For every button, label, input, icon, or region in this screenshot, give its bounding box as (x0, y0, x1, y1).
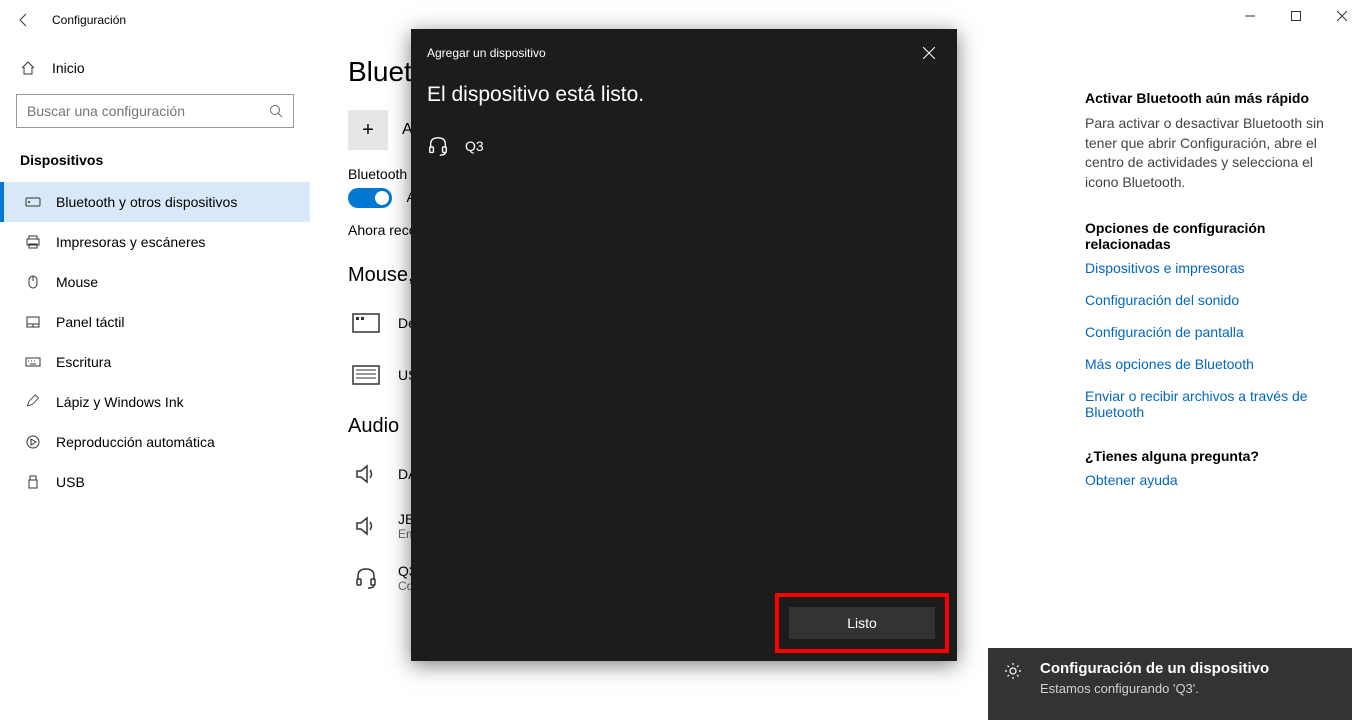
back-button[interactable] (8, 4, 40, 36)
search-icon (269, 104, 283, 118)
keyboard-device-icon (348, 357, 384, 393)
autoplay-icon (24, 434, 42, 450)
sidebar-item-label: Impresoras y escáneres (56, 234, 205, 250)
sidebar-item-label: Lápiz y Windows Ink (56, 394, 184, 410)
sidebar-item-usb[interactable]: USB (0, 462, 310, 502)
sidebar-item-touchpad[interactable]: Panel táctil (0, 302, 310, 342)
printer-icon (24, 234, 42, 250)
sidebar-item-mouse[interactable]: Mouse (0, 262, 310, 302)
maximize-button[interactable] (1273, 0, 1319, 32)
plus-icon: + (348, 110, 388, 150)
pen-icon (24, 394, 42, 410)
sidebar-item-label: Escritura (56, 354, 111, 370)
related-link[interactable]: Configuración de pantalla (1085, 324, 1335, 340)
home-icon (20, 60, 38, 76)
speaker-icon (348, 508, 384, 544)
done-button[interactable]: Listo (789, 607, 935, 639)
headset-icon (427, 135, 451, 157)
keyboard-device-icon (348, 305, 384, 341)
sidebar: Inicio Dispositivos Bluetooth y otros di… (0, 40, 310, 727)
related-settings-title: Opciones de configuración relacionadas (1085, 220, 1335, 252)
add-device-modal: Agregar un dispositivo El dispositivo es… (411, 29, 957, 661)
tip-body: Para activar o desactivar Bluetooth sin … (1085, 114, 1335, 192)
sidebar-item-label: Panel táctil (56, 314, 124, 330)
sidebar-item-printers[interactable]: Impresoras y escáneres (0, 222, 310, 262)
minimize-button[interactable] (1227, 0, 1273, 32)
usb-icon (24, 474, 42, 490)
notification-toast[interactable]: Configuración de un dispositivo Estamos … (988, 648, 1352, 720)
modal-device-name: Q3 (465, 138, 484, 154)
sidebar-item-typing[interactable]: Escritura (0, 342, 310, 382)
modal-device-row: Q3 (411, 127, 957, 165)
related-link[interactable]: Más opciones de Bluetooth (1085, 356, 1335, 372)
headset-icon (348, 560, 384, 596)
sidebar-item-label: Reproducción automática (56, 434, 215, 450)
tip-title: Activar Bluetooth aún más rápido (1085, 90, 1335, 106)
keyboard-icon (24, 354, 42, 370)
toast-title: Configuración de un dispositivo (1040, 660, 1269, 677)
mouse-icon (24, 274, 42, 290)
close-button[interactable] (1319, 0, 1365, 32)
sidebar-right: Activar Bluetooth aún más rápido Para ac… (1085, 90, 1365, 516)
sidebar-item-bluetooth[interactable]: Bluetooth y otros dispositivos (0, 182, 310, 222)
bluetooth-toggle[interactable] (348, 188, 392, 208)
done-button-highlight: Listo (775, 593, 949, 653)
sidebar-home[interactable]: Inicio (0, 50, 310, 86)
window-controls (1227, 0, 1365, 32)
modal-close-button[interactable] (917, 41, 941, 65)
related-link[interactable]: Dispositivos e impresoras (1085, 260, 1335, 276)
related-link[interactable]: Enviar o recibir archivos a través de Bl… (1085, 388, 1335, 420)
sidebar-home-label: Inicio (52, 60, 85, 76)
sidebar-item-label: USB (56, 474, 85, 490)
help-link[interactable]: Obtener ayuda (1085, 472, 1335, 488)
modal-title: Agregar un dispositivo (427, 46, 546, 60)
related-link[interactable]: Configuración del sonido (1085, 292, 1335, 308)
sidebar-section-label: Dispositivos (0, 144, 310, 182)
toast-body: Estamos configurando 'Q3'. (1040, 681, 1269, 696)
sidebar-item-autoplay[interactable]: Reproducción automática (0, 422, 310, 462)
gear-icon (1004, 660, 1028, 708)
sidebar-item-label: Mouse (56, 274, 98, 290)
modal-heading: El dispositivo está listo. (411, 65, 957, 127)
touchpad-icon (24, 314, 42, 330)
sidebar-item-label: Bluetooth y otros dispositivos (56, 194, 237, 210)
search-box[interactable] (16, 94, 294, 128)
search-input[interactable] (27, 103, 269, 119)
help-title: ¿Tienes alguna pregunta? (1085, 448, 1335, 464)
sidebar-item-pen[interactable]: Lápiz y Windows Ink (0, 382, 310, 422)
window-title: Configuración (52, 13, 126, 27)
bluetooth-icon (24, 194, 42, 210)
speaker-icon (348, 456, 384, 492)
